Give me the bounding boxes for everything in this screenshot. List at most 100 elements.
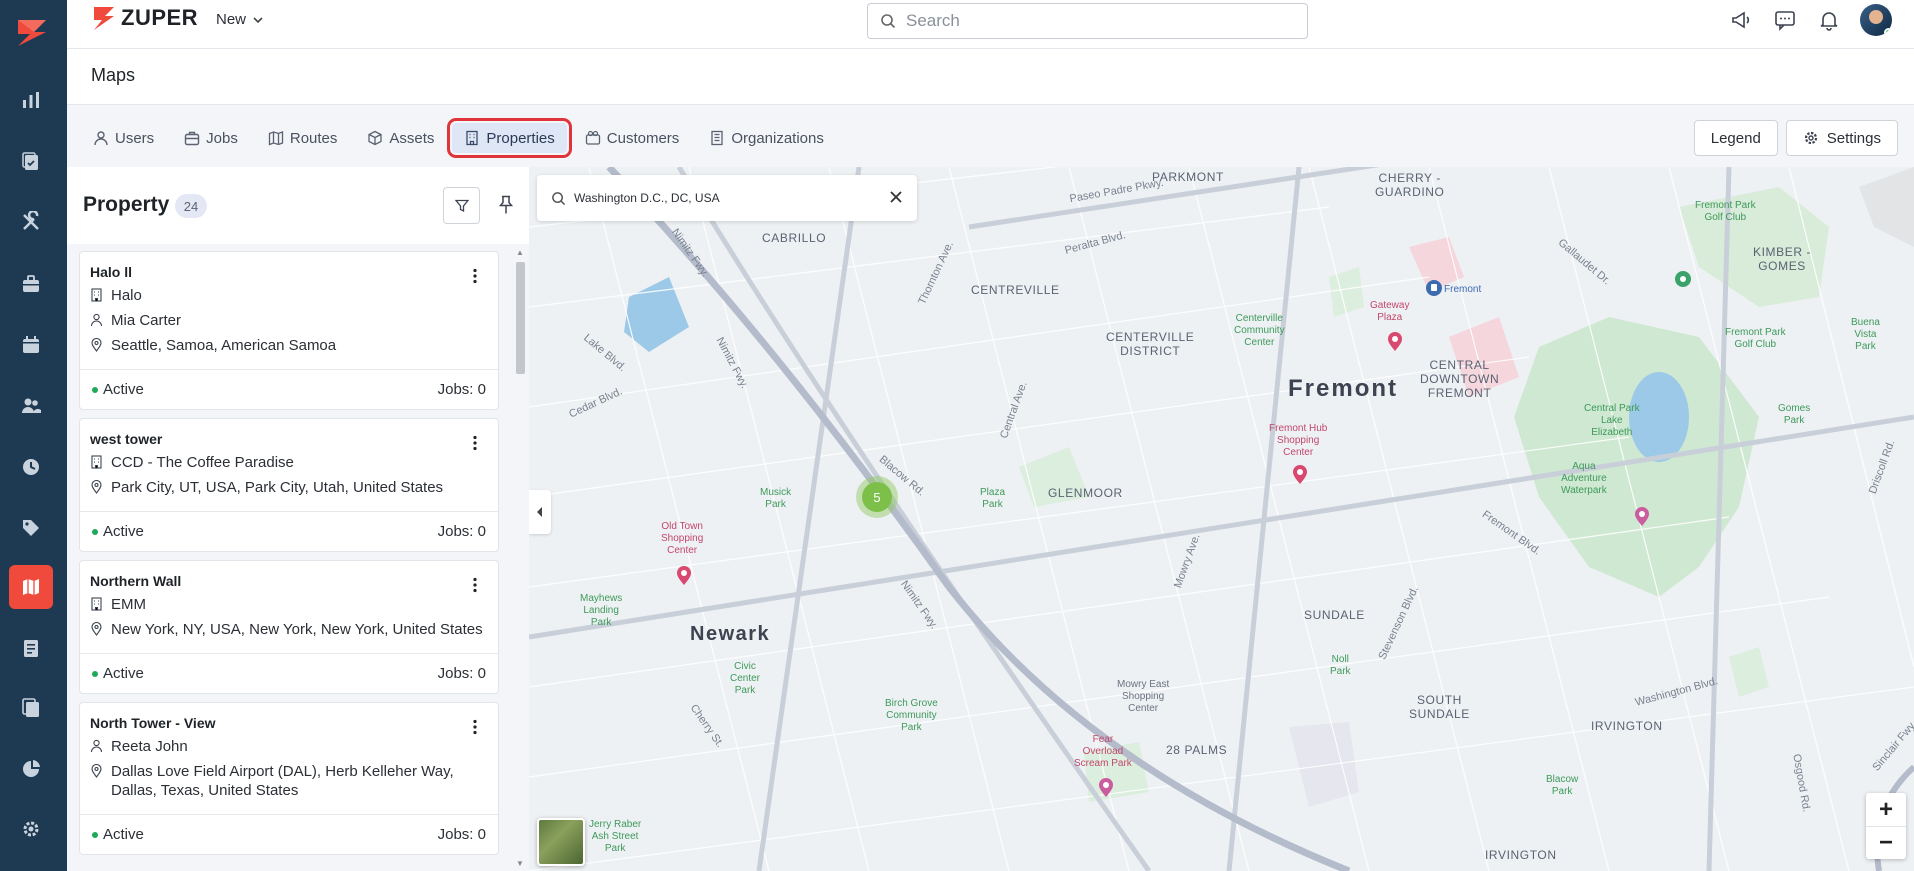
customers-icon[interactable] [9, 384, 53, 428]
more-options-icon[interactable] [466, 266, 484, 286]
property-card[interactable]: Halo ll Halo Mia Carter Seattle, Samoa, … [79, 251, 499, 410]
legend-button[interactable]: Legend [1693, 120, 1778, 156]
property-panel: Property 24 Halo ll Halo Mia Carter Seat… [67, 167, 529, 871]
tab-label: Organizations [731, 129, 824, 147]
park-pin-icon[interactable] [1674, 270, 1692, 292]
documents-icon[interactable] [9, 686, 53, 730]
status-label: Active [103, 523, 144, 540]
shopping-pin-icon[interactable] [1386, 330, 1404, 352]
property-card[interactable]: Northern Wall EMM New York, NY, USA, New… [79, 560, 499, 694]
map-actions: Legend Settings [1693, 120, 1898, 156]
building-icon [91, 288, 102, 302]
tools-icon[interactable] [9, 200, 53, 244]
user-avatar[interactable] [1860, 4, 1892, 36]
global-search[interactable] [867, 3, 1308, 39]
tab-jobs[interactable]: Jobs [172, 123, 250, 153]
more-options-icon[interactable] [466, 433, 484, 453]
shopping-pin-icon[interactable] [675, 564, 693, 586]
organization-icon [711, 130, 723, 146]
location-pin-icon [91, 480, 102, 494]
status-label: Active [103, 381, 144, 398]
panel-title: Property [83, 193, 170, 216]
calendar-icon[interactable] [9, 323, 53, 367]
scroll-down-icon[interactable]: ▼ [515, 859, 525, 869]
bell-icon[interactable] [1816, 7, 1842, 33]
top-icons [1728, 4, 1892, 36]
jobs-count: Jobs: 0 [437, 665, 486, 682]
chat-icon[interactable] [1772, 7, 1798, 33]
map-search-input[interactable] [574, 191, 884, 205]
map-location-search[interactable] [537, 175, 917, 221]
timesheet-icon[interactable] [9, 445, 53, 489]
tab-routes[interactable]: Routes [256, 123, 350, 153]
property-contact: Mia Carter [111, 312, 182, 329]
tab-organizations[interactable]: Organizations [697, 123, 836, 153]
property-card-footer: Active Jobs: 0 [80, 511, 498, 551]
new-dropdown[interactable]: New [216, 11, 264, 28]
jobs-count: Jobs: 0 [437, 523, 486, 540]
maps-icon[interactable] [9, 565, 53, 609]
scrollbar-thumb[interactable] [516, 262, 525, 374]
zoom-in-button[interactable]: + [1866, 793, 1906, 826]
map-label-cherry-guardino: CHERRY - GUARDINO [1375, 171, 1445, 199]
property-address: Dallas Love Field Airport (DAL), Herb Ke… [111, 763, 454, 799]
tab-label: Assets [389, 129, 435, 147]
tab-customers[interactable]: Customers [573, 123, 692, 153]
map-canvas[interactable]: Fremont Newark CENTERVILLE DISTRICT CENT… [529, 167, 1914, 871]
pin-button[interactable] [491, 189, 521, 221]
search-input[interactable] [906, 11, 1286, 31]
filter-button[interactable] [443, 187, 480, 224]
settings-gear-icon[interactable] [9, 807, 53, 851]
poi-fear-overload: Fear Overload Scream Park [1074, 734, 1132, 769]
tab-label: Routes [289, 129, 338, 147]
property-card[interactable]: North Tower - View Reeta John Dallas Lov… [79, 702, 499, 855]
building-icon [466, 130, 479, 146]
collapse-panel-button[interactable] [529, 490, 551, 534]
map-label-fremont: Fremont [1288, 375, 1398, 402]
poi-buena-vista: Buena Vista Park [1851, 317, 1880, 352]
poi-noll-park: Noll Park [1330, 654, 1351, 677]
poi-fremont-park-golf: Fremont Park Golf Club [1695, 200, 1756, 223]
more-options-icon[interactable] [466, 717, 484, 737]
announcement-icon[interactable] [1728, 7, 1754, 33]
property-list-scrollbar[interactable]: ▲ ▼ [513, 246, 527, 871]
status-dot [92, 670, 98, 677]
property-address: Seattle, Samoa, American Samoa [111, 337, 337, 354]
user-icon [94, 131, 108, 146]
tab-users[interactable]: Users [81, 123, 166, 153]
close-icon[interactable] [887, 188, 905, 206]
zoom-out-button[interactable]: − [1866, 826, 1906, 859]
zuper-logo-icon[interactable] [12, 12, 52, 52]
tab-assets[interactable]: Assets [355, 123, 446, 153]
chevron-left-icon [537, 507, 542, 517]
scroll-up-icon[interactable]: ▲ [515, 248, 525, 258]
satellite-layer-toggle[interactable] [537, 818, 585, 866]
property-address: New York, NY, USA, New York, New York, U… [111, 621, 483, 638]
reports-icon[interactable] [9, 747, 53, 791]
dashboard-icon[interactable] [9, 78, 53, 122]
poi-fremont-station: Fremont [1444, 284, 1482, 295]
assets-icon[interactable] [9, 262, 53, 306]
map-label-centreville: CENTREVILLE [971, 283, 1060, 297]
invoices-icon[interactable] [9, 626, 53, 670]
map-cluster-marker[interactable]: 5 [856, 476, 898, 518]
jobs-icon[interactable] [9, 139, 53, 183]
attraction-pin-icon[interactable] [1097, 776, 1115, 798]
tag-icon[interactable] [9, 506, 53, 550]
search-icon [881, 14, 896, 29]
transit-pin-icon[interactable] [1425, 279, 1443, 301]
map-label-kimber-gomes: KIMBER - GOMES [1753, 245, 1812, 273]
poi-aqua-adventure: Aqua Adventure Waterpark [1561, 461, 1607, 496]
poi-centerville-community-center: Centerville Community Center [1234, 313, 1285, 348]
settings-button[interactable]: Settings [1785, 120, 1898, 156]
property-name: west tower [90, 431, 163, 447]
tab-properties[interactable]: Properties [447, 118, 572, 158]
property-card[interactable]: west tower CCD - The Coffee Paradise Par… [79, 418, 499, 552]
brand-logo[interactable]: ZUPER [91, 0, 198, 36]
status-dot [92, 386, 98, 393]
property-address-row: New York, NY, USA, New York, New York, U… [90, 620, 488, 639]
attraction-pin-icon[interactable] [1633, 505, 1651, 527]
poi-gomes-park: Gomes Park [1778, 403, 1811, 426]
more-options-icon[interactable] [466, 575, 484, 595]
shopping-pin-icon[interactable] [1291, 463, 1309, 485]
